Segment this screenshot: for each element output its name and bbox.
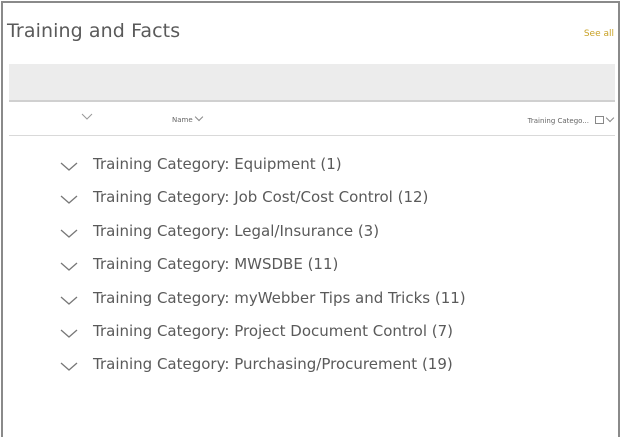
group-row[interactable]: Training Category: MWSDBE (11) [3, 250, 618, 283]
column-header-training-category[interactable]: Training Catego... [527, 113, 615, 125]
group-row[interactable]: Training Category: Job Cost/Cost Control… [3, 183, 618, 216]
group-label: Training Category: Legal/Insurance (3) [93, 221, 380, 240]
group-row[interactable]: Training Category: Equipment (1) [3, 150, 618, 183]
group-label: Training Category: Project Document Cont… [93, 321, 454, 340]
group-label: Training Category: Purchasing/Procuremen… [93, 355, 453, 374]
sort-chevron-icon [605, 113, 615, 123]
filter-icon[interactable] [595, 116, 604, 124]
group-row[interactable]: Training Category: myWebber Tips and Tri… [3, 284, 618, 317]
chevron-down-icon[interactable] [60, 357, 78, 372]
see-all-link[interactable]: See all [584, 29, 614, 39]
group-label: Training Category: MWSDBE (11) [93, 255, 339, 274]
group-label: Training Category: Job Cost/Cost Control… [93, 188, 429, 207]
column-header-name[interactable]: Name [172, 112, 203, 124]
chevron-down-icon[interactable] [60, 257, 78, 272]
webpart-title: Training and Facts [7, 20, 181, 42]
chevron-down-icon[interactable] [60, 224, 78, 238]
column-header-name-label: Name [172, 116, 193, 124]
chevron-down-icon[interactable] [60, 157, 78, 171]
column-header-row: Name Training Catego... [9, 107, 615, 136]
group-label: Training Category: myWebber Tips and Tri… [93, 288, 466, 307]
chevron-down-icon[interactable] [60, 324, 78, 338]
group-list: Training Category: Equipment (1) Trainin… [3, 150, 618, 384]
chevron-down-icon[interactable] [60, 291, 78, 305]
sort-chevron-icon [194, 112, 203, 122]
group-label: Training Category: Equipment (1) [93, 155, 342, 173]
group-row[interactable]: Training Category: Purchasing/Procuremen… [3, 350, 618, 383]
training-facts-webpart: Training and Facts See all Name Training… [1, 1, 620, 437]
list-toolbar [9, 64, 615, 102]
group-row[interactable]: Training Category: Project Document Cont… [3, 317, 618, 350]
column-header-category-label: Training Catego... [527, 117, 589, 125]
chevron-down-icon[interactable] [60, 190, 78, 205]
expand-all-chevron-icon[interactable] [81, 111, 93, 124]
group-row[interactable]: Training Category: Legal/Insurance (3) [3, 217, 618, 250]
